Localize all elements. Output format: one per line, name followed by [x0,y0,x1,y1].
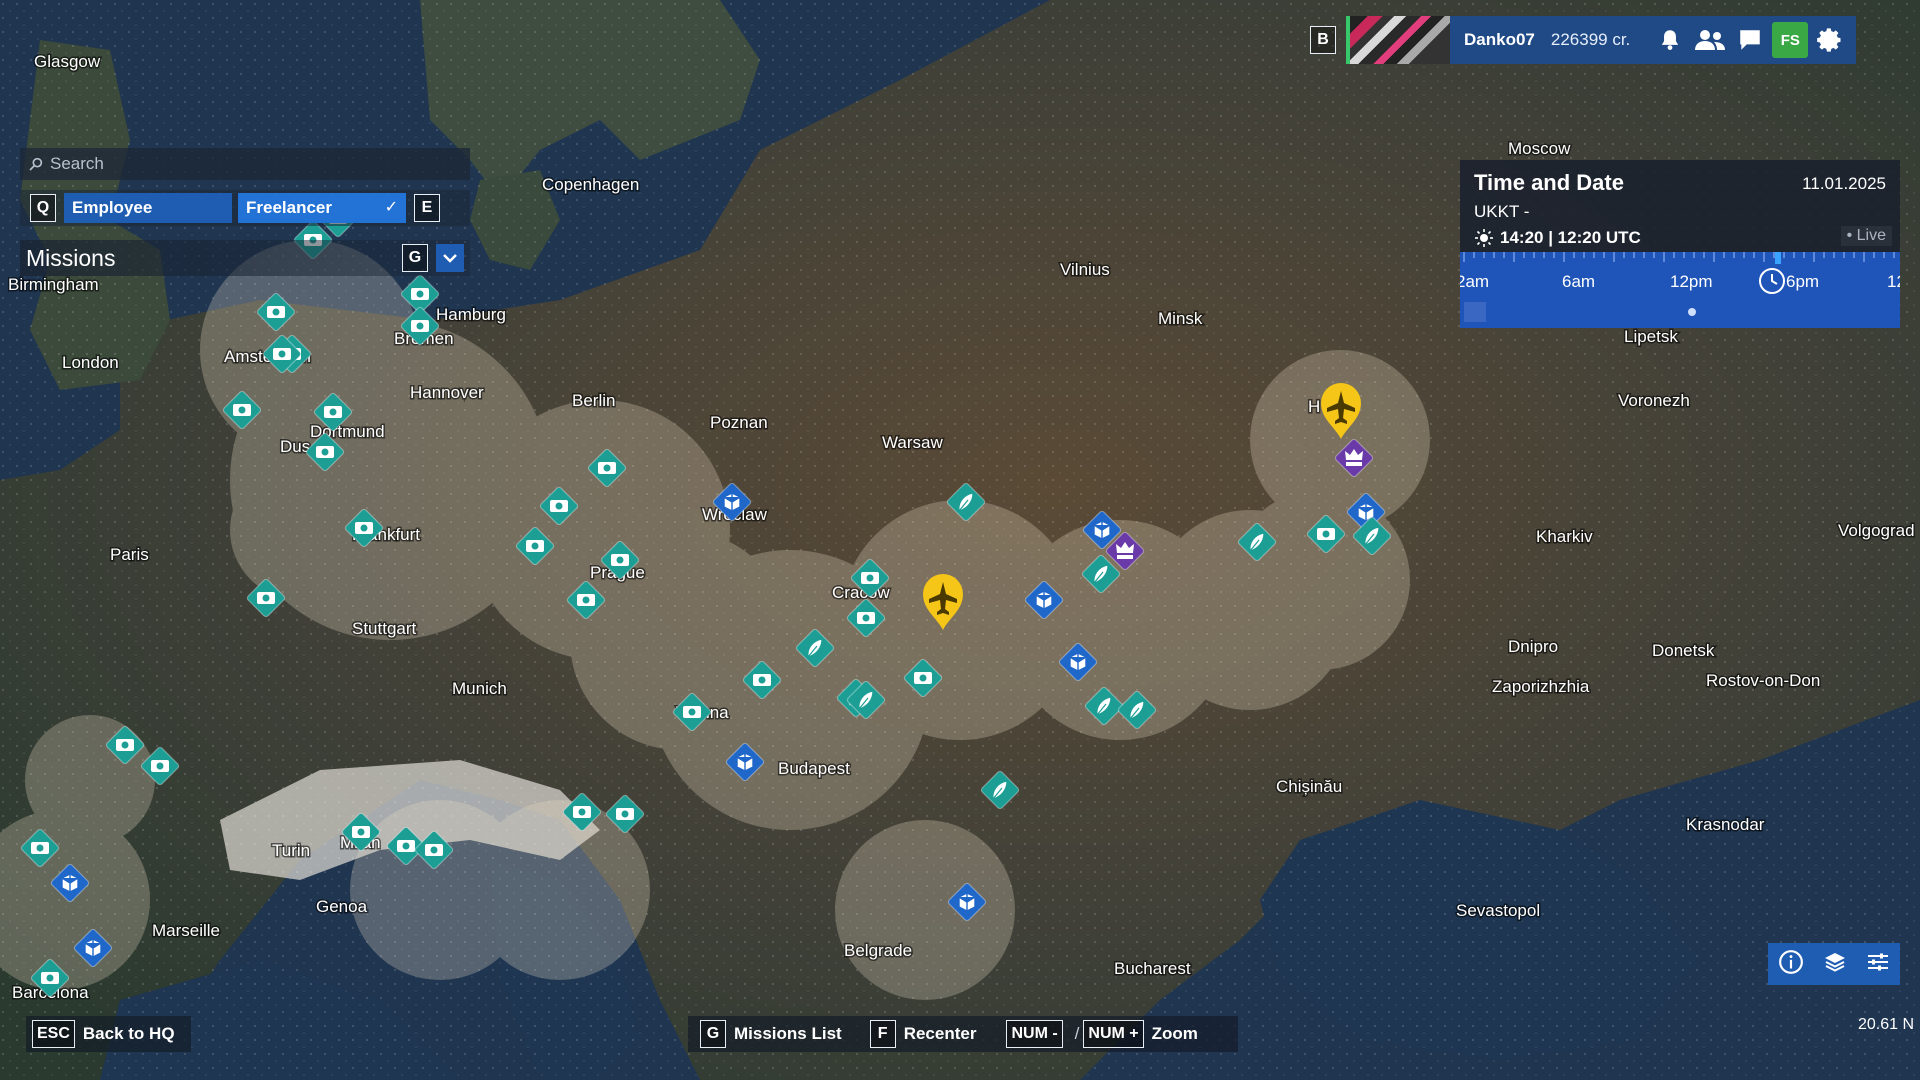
mission-filter-row: Q Employee Freelancer ✓ E [20,190,470,226]
bell-icon[interactable] [1652,22,1688,58]
city-kyiv: H [1308,397,1320,416]
settings-sliders-icon[interactable] [1866,950,1890,979]
current-date: 11.01.2025 [1802,174,1886,193]
city-moscow: Moscow [1508,139,1571,158]
airport-code: UKKT - [1474,202,1530,221]
recenter-label[interactable]: Recenter [904,1024,977,1044]
player-name: Danko07 [1464,30,1535,49]
info-icon[interactable] [1778,949,1804,980]
shop-label: FS [1780,31,1800,49]
city-poznan: Poznan [710,413,768,432]
gear-icon[interactable] [1812,22,1848,58]
city-copenhagen: Copenhagen [542,175,639,194]
filter-employee[interactable]: Employee [64,193,232,223]
chevron-down-icon [443,254,457,263]
recenter-key[interactable]: F [869,1020,896,1048]
timeline-label-12pm: 12pm [1670,272,1713,291]
map-tools [1768,943,1900,985]
timeline-label-12: 12 [1887,272,1900,291]
live-label: Live [1856,227,1886,244]
filter-freelancer[interactable]: Freelancer ✓ [238,193,406,223]
current-time-text: 14:20 | 12:20 UTC [1500,228,1641,247]
city-stuttgart: Stuttgart [352,619,417,638]
sun-icon [1688,308,1696,316]
missions-list-label[interactable]: Missions List [734,1024,842,1044]
sun-icon [1475,229,1493,247]
zoom-separator: / [1074,1024,1080,1043]
esc-key[interactable]: ESC [32,1020,75,1048]
avatar[interactable] [1346,16,1450,64]
city-hannover: Hannover [410,383,484,402]
checkmark-icon: ✓ [384,199,398,216]
city-genoa: Genoa [316,897,368,916]
timeline-label-2am: 2am [1460,272,1490,291]
city-minsk: Minsk [1158,309,1203,328]
city-chisinau: Chișinău [1276,777,1342,796]
city-voronezh: Voronezh [1618,391,1690,410]
credits-balance: 226399 cr. [1550,30,1631,49]
city-birmingham: Birmingham [8,275,99,294]
filter-freelancer-label: Freelancer [246,198,332,217]
player-profile[interactable]: Danko07 226399 cr. FS [1346,16,1857,64]
city-berlin: Berlin [572,391,615,410]
back-to-hq-button[interactable]: ESC Back to HQ [26,1016,191,1052]
search-icon [28,156,44,172]
filter-employee-label: Employee [72,198,153,217]
map-scale-readout: 20.61 N [1858,1016,1915,1033]
city-belgrade: Belgrade [844,941,912,960]
missions-header: Missions G [20,240,470,276]
city-rostov: Rostov-on-Don [1706,671,1820,690]
city-krasnodar: Krasnodar [1686,815,1765,834]
filter-prev-key[interactable]: Q [30,194,56,222]
city-donetsk: Donetsk [1652,641,1715,660]
missions-expand-button[interactable] [436,244,464,272]
city-zaporizhzhia: Zaporizhzhia [1492,677,1590,696]
filter-next-key[interactable]: E [414,194,440,222]
city-bucharest: Bucharest [1114,959,1191,978]
profile-hotkey[interactable]: B [1310,26,1336,54]
map-controls-bar: G Missions List F Recenter NUM - / NUM +… [688,1016,1238,1052]
missions-title: Missions [26,244,116,271]
current-time: 14:20 | 12:20 UTC [1474,228,1641,248]
time-slider[interactable]: 2am 6am 12pm 6pm 12 [1460,252,1900,328]
shop-icon[interactable]: FS [1772,22,1809,58]
city-paris: Paris [110,545,149,564]
night-segment [1464,302,1486,322]
time-date-header: Time and Date 11.01.2025 UKKT - 14:20 | … [1460,160,1900,252]
city-munich: Munich [452,679,507,698]
city-budapest: Budapest [778,759,850,778]
missions-hotkey[interactable]: G [402,244,428,272]
city-dusseldorf: Dus [280,437,310,456]
search-input[interactable]: Search [50,154,104,174]
zoom-in-key[interactable]: NUM + [1083,1020,1144,1048]
city-hamburg: Hamburg [436,305,506,324]
missions-list-key[interactable]: G [700,1020,726,1048]
city-sevastopol: Sevastopol [1456,901,1540,920]
zoom-label[interactable]: Zoom [1152,1024,1198,1044]
city-london: London [62,353,119,372]
time-date-panel: Time and Date 11.01.2025 UKKT - 14:20 | … [1460,160,1900,328]
time-date-title: Time and Date [1474,170,1624,195]
time-slider-handle[interactable] [1775,252,1781,264]
city-vilnius: Vilnius [1060,260,1110,279]
top-bar: B Danko07 226399 cr. FS [1310,16,1910,64]
back-to-hq-label: Back to HQ [82,1024,175,1043]
friends-icon[interactable] [1692,22,1728,58]
city-marseille: Marseille [152,921,220,940]
chat-icon[interactable] [1732,22,1768,58]
timeline-label-6am: 6am [1562,272,1596,291]
city-warsaw: Warsaw [882,433,943,452]
city-volgograd: Volgograd [1838,521,1915,540]
city-turin: Turin [272,841,310,860]
search-bar[interactable]: Search [20,148,470,180]
city-dnipro: Dnipro [1508,637,1558,656]
city-lipetsk: Lipetsk [1624,327,1678,346]
timeline-label-6pm: 6pm [1786,272,1820,291]
zoom-out-key[interactable]: NUM - [1006,1020,1063,1048]
live-toggle[interactable]: • Live [1840,226,1892,246]
city-kharkiv: Kharkiv [1536,527,1593,546]
city-glasgow: Glasgow [34,52,101,71]
layers-icon[interactable] [1823,950,1847,979]
